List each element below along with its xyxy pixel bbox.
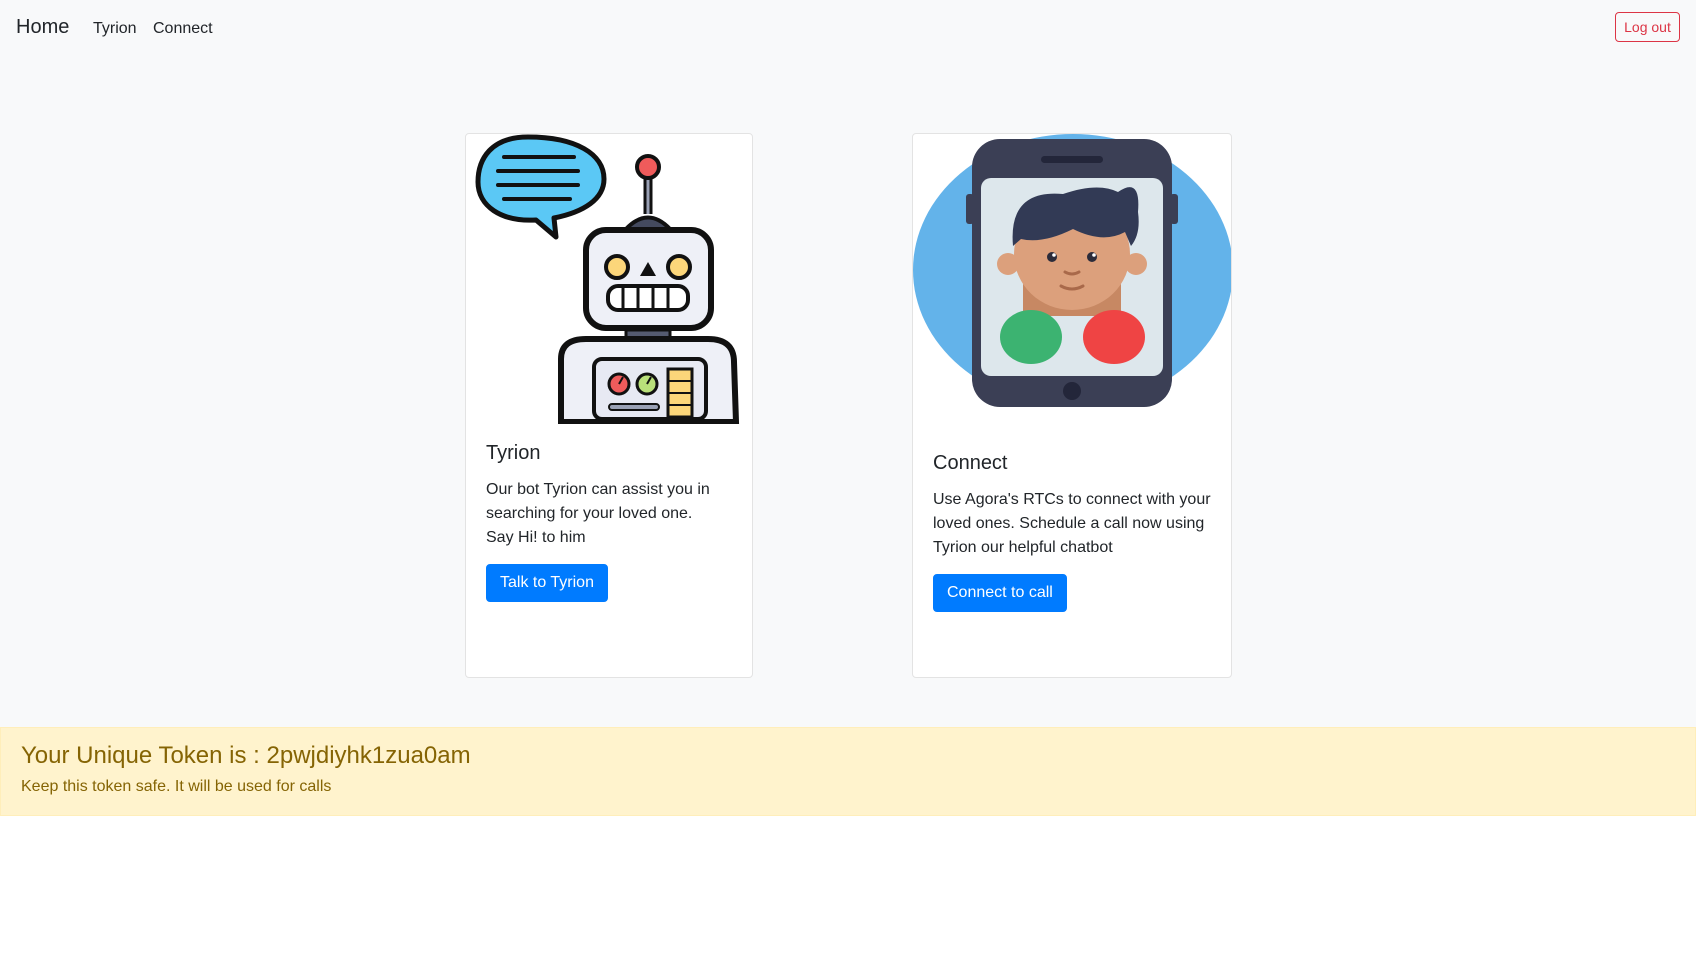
- connect-card-text-line: loved ones. Schedule a call now using: [933, 515, 1205, 532]
- tyrion-card-text-line: Say Hi! to him: [486, 529, 586, 546]
- nav-link-connect[interactable]: Connect: [153, 20, 213, 38]
- connect-card-text-line: Use Agora's RTCs to connect with your: [933, 491, 1211, 508]
- tyrion-card: Tyrion Our bot Tyrion can assist you in …: [465, 133, 753, 678]
- tyrion-card-text-line: Our bot Tyrion can assist you in: [486, 481, 710, 498]
- token-alert: Your Unique Token is : 2pwjdiyhk1zua0am …: [0, 727, 1696, 816]
- connect-to-call-button[interactable]: Connect to call: [933, 574, 1067, 612]
- logout-button[interactable]: Log out: [1615, 12, 1680, 42]
- tyrion-card-text-line: searching for your loved one.: [486, 505, 693, 522]
- token-heading: Your Unique Token is : 2pwjdiyhk1zua0am: [21, 742, 471, 769]
- connect-card: Connect Use Agora's RTCs to connect with…: [912, 133, 1232, 678]
- video-call-illustration: [913, 134, 1231, 407]
- token-note: Keep this token safe. It will be used fo…: [21, 778, 332, 795]
- navbar: Home Tyrion Connect Log out: [0, 0, 1696, 58]
- robot-illustration: [475, 134, 740, 424]
- connect-card-text-line: Tyrion our helpful chatbot: [933, 539, 1113, 556]
- connect-card-text: Use Agora's RTCs to connect with your lo…: [933, 488, 1211, 560]
- accept-call-icon: [1000, 310, 1062, 364]
- tyrion-card-title: Tyrion: [486, 442, 541, 464]
- connect-card-title: Connect: [933, 452, 1008, 474]
- tyrion-card-text: Our bot Tyrion can assist you in searchi…: [486, 478, 710, 550]
- nav-brand-home[interactable]: Home: [16, 16, 69, 39]
- talk-to-tyrion-button[interactable]: Talk to Tyrion: [486, 564, 608, 602]
- speech-bubble-icon: [475, 134, 607, 240]
- page-background: [0, 0, 1696, 727]
- decline-call-icon: [1083, 310, 1145, 364]
- nav-link-tyrion[interactable]: Tyrion: [93, 20, 137, 38]
